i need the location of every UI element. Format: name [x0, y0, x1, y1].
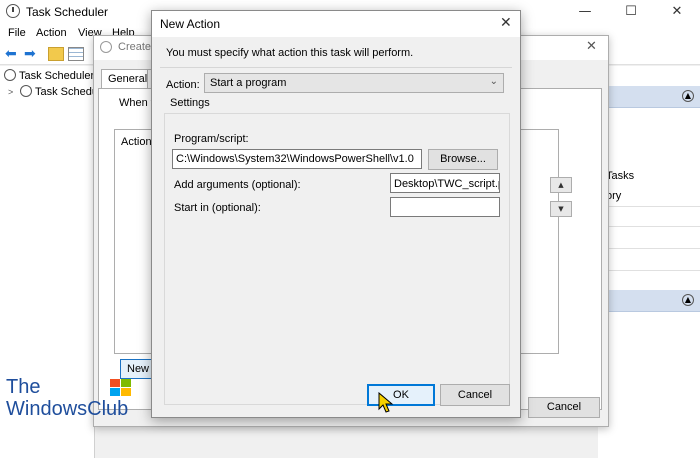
divider — [598, 206, 700, 207]
back-arrow-icon[interactable]: ⬅ — [5, 47, 21, 61]
forward-arrow-icon[interactable]: ➡ — [24, 47, 40, 61]
chevron-down-icon: ⌄ — [489, 76, 498, 87]
move-down-button[interactable]: ▼ — [550, 201, 572, 217]
close-icon[interactable]: ✕ — [500, 15, 512, 31]
menu-action[interactable]: Action — [36, 27, 67, 39]
folder-up-icon[interactable] — [48, 47, 64, 61]
mouse-pointer-icon — [378, 392, 394, 413]
tree-library-label: Task Schedul — [35, 86, 101, 98]
program-script-label: Program/script: — [174, 133, 249, 145]
arguments-label: Add arguments (optional): — [174, 179, 301, 191]
action-label: Action: — [166, 79, 200, 91]
windows-flag-icon — [110, 379, 131, 396]
logo-text-windowsclub: WindowsClub — [6, 398, 129, 420]
instruction-text: You must specify what action this task w… — [166, 47, 414, 59]
logo-text-the: The — [6, 376, 41, 398]
settings-label: Settings — [170, 97, 210, 109]
new-action-title-bar: New Action ✕ — [152, 11, 520, 37]
action-select[interactable]: Start a program ⌄ — [204, 73, 504, 93]
collapse-up-icon[interactable]: ▲ — [682, 294, 694, 306]
browse-button[interactable]: Browse... — [428, 149, 498, 170]
start-in-input[interactable] — [390, 197, 500, 217]
divider — [160, 67, 512, 68]
actions-pane-header[interactable]: ▲ — [598, 86, 700, 108]
minimize-button[interactable]: — — [562, 0, 608, 24]
move-up-button[interactable]: ▲ — [550, 177, 572, 193]
actions-pane-header[interactable]: ▲ — [598, 290, 700, 312]
close-icon[interactable]: ✕ — [586, 39, 597, 54]
clock-icon — [4, 69, 16, 81]
actions-pane-item[interactable]: Tasks — [606, 170, 634, 182]
cancel-button[interactable]: Cancel — [440, 384, 510, 406]
clock-icon — [100, 41, 112, 53]
action-select-value: Start a program — [210, 77, 287, 89]
thewindowsclub-logo: The WindowsClub — [6, 376, 136, 422]
menu-file[interactable]: File — [8, 27, 26, 39]
chevron-right-icon[interactable]: > — [8, 87, 13, 97]
collapse-up-icon[interactable]: ▲ — [682, 90, 694, 102]
tree-root-item[interactable]: Task Scheduler (L — [4, 69, 107, 82]
program-script-input[interactable]: C:\Windows\System32\WindowsPowerShell\v1… — [172, 149, 422, 169]
new-action-title: New Action — [160, 17, 221, 31]
action-column-header[interactable]: Action — [121, 136, 152, 148]
create-task-cancel-button[interactable]: Cancel — [528, 397, 600, 418]
divider — [598, 270, 700, 271]
folder-clock-icon — [20, 85, 32, 97]
new-action-body: You must specify what action this task w… — [152, 37, 520, 417]
divider — [598, 226, 700, 227]
arguments-input[interactable]: Desktop\TWC_script.ps1 — [390, 173, 500, 193]
new-action-dialog: New Action ✕ You must specify what actio… — [151, 10, 521, 418]
show-hide-console-icon[interactable] — [68, 47, 84, 61]
main-window-title: Task Scheduler — [26, 5, 109, 19]
actions-pane: ▲ Tasks ory ▶ ▲ — [598, 66, 700, 458]
divider — [598, 248, 700, 249]
maximize-button[interactable]: ☐ — [608, 0, 654, 24]
start-in-label: Start in (optional): — [174, 202, 261, 214]
arguments-value: Desktop\TWC_script.ps1 — [394, 178, 499, 190]
tree-library-item[interactable]: Task Schedul — [20, 85, 100, 98]
clock-icon — [6, 4, 20, 18]
close-button[interactable]: ✕ — [654, 0, 700, 24]
